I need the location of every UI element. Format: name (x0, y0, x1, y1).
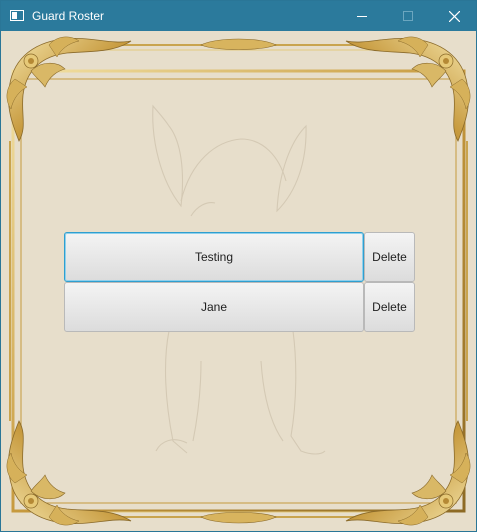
title-bar[interactable]: Guard Roster (1, 1, 476, 31)
delete-button[interactable]: Delete (364, 282, 415, 332)
app-window: Guard Roster Testing Delete Jane Delete (0, 0, 477, 532)
window-title: Guard Roster (32, 9, 105, 23)
roster-entry-button[interactable]: Jane (64, 282, 364, 332)
delete-button[interactable]: Delete (364, 232, 415, 282)
delete-label: Delete (372, 300, 407, 314)
minimize-button[interactable] (339, 1, 385, 31)
roster-entry-name: Testing (194, 250, 234, 264)
close-button[interactable] (431, 1, 477, 31)
roster-entry-name: Jane (200, 300, 228, 314)
maximize-icon (403, 11, 413, 21)
close-icon (448, 10, 460, 22)
maximize-button[interactable] (385, 1, 431, 31)
delete-label: Delete (372, 250, 407, 264)
roster-entry-button[interactable]: Testing (64, 232, 364, 282)
minimize-icon (357, 16, 367, 17)
app-icon (10, 10, 24, 21)
roster-panel: Testing Delete Jane Delete (1, 31, 476, 531)
